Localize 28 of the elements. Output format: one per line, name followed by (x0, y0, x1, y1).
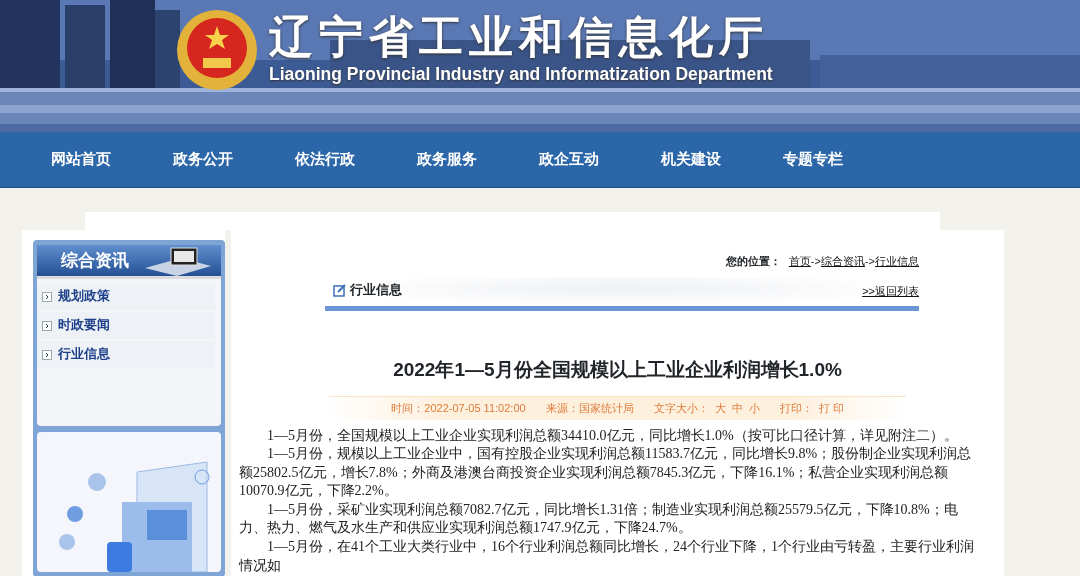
site-title: 辽宁省工业和信息化厅 (269, 12, 770, 62)
section-title: 行业信息 (350, 281, 402, 299)
article-paragraph: 1—5月份，规模以上工业企业中，国有控股企业实现利润总额11583.7亿元，同比增长9.8%；股份制企业实现利润总额25802.5亿元，增长7.8%；外商及港澳台商投资企业实现利润总额7845.3亿元，下降16.1%；私营企业实现利润总额10070.9亿元，下降2.2%。 (239, 445, 973, 501)
emblem-icon (175, 8, 259, 92)
breadcrumb-label: 您的位置： (725, 254, 781, 269)
sidebar-heading: 综合资讯 (61, 249, 129, 272)
arrow-icon (42, 291, 52, 302)
article-paragraph: 1—5月份，全国规模以上工业企业实现利润总额34410.0亿元，同比增长1.0%（按可比口径计算，详见附注二）。 (266, 426, 959, 445)
meta-text: 文字大小： (653, 401, 709, 416)
breadcrumb-separator: -> (810, 254, 821, 269)
sidebar-item[interactable]: 行业信息 (37, 341, 215, 368)
breadcrumb-separator: -> (864, 254, 875, 269)
arrow-icon (42, 320, 52, 331)
arrow-icon (42, 349, 52, 360)
article-paragraph: 1—5月份，采矿业实现利润总额7082.7亿元，同比增长1.31倍；制造业实现利润总额25579.5亿元，下降10.8%；电力、热力、燃气及水生产和供应业实现利润总额1747.9亿元，下降24.7%。 (239, 500, 959, 538)
sidebar-item[interactable]: 时政要闻 (37, 312, 215, 339)
sidebar-item[interactable]: 规划政策 (37, 283, 215, 310)
breadcrumb-link[interactable]: 行业信息 (875, 253, 919, 270)
meta-text: 来源：国家统计局 (545, 401, 634, 416)
article-title: 2022年1—5月份全国规模以上工业企业利润增长1.0% (392, 357, 843, 382)
back-to-list-link[interactable]: >>返回列表 (862, 283, 919, 300)
edit-icon (333, 283, 346, 297)
meta-text: 打印： (779, 401, 813, 416)
site-subtitle: Liaoning Provincial Industry and Informatization Department (269, 63, 773, 87)
breadcrumb-link[interactable]: 综合资讯 (820, 253, 865, 270)
meta-text: 时间：2022-07-05 11:02:00 (391, 401, 526, 416)
breadcrumb-link[interactable]: 首页 (788, 253, 811, 270)
article-paragraph: 1—5月份，在41个工业大类行业中，16个行业利润总额同比增长，24个行业下降，1个行业由亏转盈，主要行业利润情况如 (239, 538, 975, 575)
